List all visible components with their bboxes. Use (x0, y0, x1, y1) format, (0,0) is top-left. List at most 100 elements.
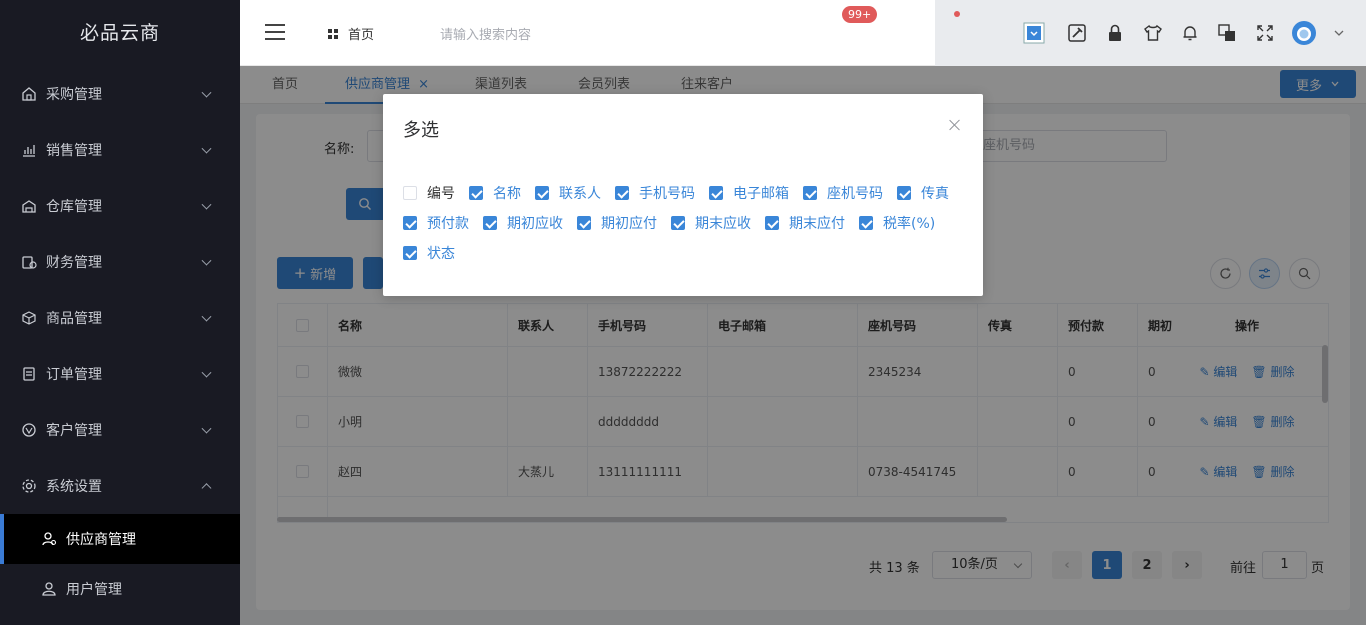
chevron-down-icon[interactable] (1328, 22, 1350, 44)
column-option-checkbox[interactable] (803, 186, 817, 200)
sidebar-item-label: 供应商管理 (66, 532, 136, 548)
column-option-label: 编号 (427, 186, 455, 202)
column-option[interactable]: 期初应付 (577, 208, 657, 238)
column-option-checkbox[interactable] (897, 186, 911, 200)
sidebar-item-label: 商品管理 (46, 311, 102, 327)
chevron-down-icon (201, 423, 212, 434)
column-option-label: 期初应付 (601, 216, 657, 232)
notification-dot (954, 11, 960, 17)
close-icon[interactable] (949, 119, 961, 131)
menu-toggle-icon[interactable] (265, 24, 285, 40)
column-options: 编号 名称 联系人 手机号码 电子邮箱 座机号码 传真预付款 期初应收 期初应付 期末应收 期末应付… (403, 178, 973, 268)
box-icon (20, 309, 38, 327)
shirt-icon[interactable] (1142, 22, 1164, 44)
bell-icon[interactable] (1179, 22, 1201, 44)
column-option[interactable]: 联系人 (535, 178, 601, 208)
column-option-label: 期初应收 (507, 216, 563, 232)
chevron-down-icon (201, 255, 212, 266)
column-option[interactable]: 税率(%) (859, 208, 935, 238)
chevron-down-icon (201, 311, 212, 322)
sidebar-item-users[interactable]: 用户管理 (0, 564, 240, 614)
sidebar-item-label: 系统设置 (46, 479, 102, 495)
gear-icon (20, 477, 38, 495)
grid-icon (328, 28, 338, 39)
sidebar: 必品云商 采购管理 销售管理 仓库管理 财务管理 商品管理 订单管理 客户管理 … (0, 0, 240, 625)
order-icon (20, 365, 38, 383)
column-option-label: 状态 (427, 246, 455, 262)
column-option-checkbox[interactable] (615, 186, 629, 200)
chevron-up-icon (201, 483, 212, 494)
column-option-checkbox[interactable] (577, 216, 591, 230)
user-icon (40, 580, 58, 598)
column-option-label: 联系人 (559, 186, 601, 202)
column-option-checkbox[interactable] (483, 216, 497, 230)
chevron-down-icon (201, 143, 212, 154)
column-option[interactable]: 编号 (403, 178, 455, 208)
finance-icon (20, 253, 38, 271)
sidebar-item-purchase[interactable]: 采购管理 (0, 66, 240, 122)
column-option-label: 税率(%) (883, 216, 936, 232)
column-option[interactable]: 期末应付 (765, 208, 845, 238)
supplier-icon (40, 530, 58, 548)
column-option-label: 手机号码 (639, 186, 695, 202)
column-option-checkbox[interactable] (403, 186, 417, 200)
sidebar-item-settings[interactable]: 系统设置 (0, 458, 240, 514)
column-option[interactable]: 电子邮箱 (709, 178, 789, 208)
column-option-checkbox[interactable] (709, 186, 723, 200)
chevron-down-icon (201, 367, 212, 378)
multi-select-dialog: 多选 编号 名称 联系人 手机号码 电子邮箱 座机号码 传真预付款 期初应收 期初应付 期末应收 期… (383, 94, 983, 296)
sidebar-item-sales[interactable]: 销售管理 (0, 122, 240, 178)
fullscreen-icon[interactable] (1254, 22, 1276, 44)
column-option-checkbox[interactable] (403, 246, 417, 260)
customer-icon (20, 421, 38, 439)
column-option-label: 期末应付 (789, 216, 845, 232)
column-option[interactable]: 状态 (403, 238, 455, 268)
purchase-icon (20, 85, 38, 103)
chevron-down-icon (201, 199, 212, 210)
column-option-checkbox[interactable] (469, 186, 483, 200)
dialog-title: 多选 (403, 120, 439, 141)
sidebar-item-supplier[interactable]: 供应商管理 (0, 514, 240, 564)
column-option[interactable]: 名称 (469, 178, 521, 208)
sidebar-item-label: 财务管理 (46, 255, 102, 271)
sidebar-item-label: 仓库管理 (46, 199, 102, 215)
column-option-label: 名称 (493, 186, 521, 202)
sidebar-item-label: 用户管理 (66, 582, 122, 598)
home-label: 首页 (348, 28, 375, 43)
column-option[interactable]: 座机号码 (803, 178, 883, 208)
chevron-down-icon (201, 87, 212, 98)
header-search-input[interactable]: 请输入搜索内容 (440, 24, 531, 43)
notification-count-badge: 99+ (842, 6, 878, 23)
sidebar-item-label: 销售管理 (46, 143, 102, 159)
sidebar-item-goods[interactable]: 商品管理 (0, 290, 240, 346)
sidebar-item-label: 订单管理 (46, 367, 102, 383)
column-option-label: 预付款 (427, 216, 469, 232)
sidebar-item-orders[interactable]: 订单管理 (0, 346, 240, 402)
column-option-label: 座机号码 (827, 186, 883, 202)
column-option-label: 电子邮箱 (733, 186, 789, 202)
sidebar-item-label: 客户管理 (46, 423, 102, 439)
translate-icon[interactable] (1216, 22, 1238, 44)
sidebar-item-warehouse[interactable]: 仓库管理 (0, 178, 240, 234)
column-option-checkbox[interactable] (535, 186, 549, 200)
sidebar-item-finance[interactable]: 财务管理 (0, 234, 240, 290)
tools-icon[interactable] (1066, 22, 1088, 44)
column-option-checkbox[interactable] (765, 216, 779, 230)
lock-icon[interactable] (1104, 22, 1126, 44)
column-option[interactable]: 传真 (897, 178, 949, 208)
header-home-link[interactable]: 首页 (328, 24, 374, 43)
column-option[interactable]: 手机号码 (615, 178, 695, 208)
sidebar-item-customers[interactable]: 客户管理 (0, 402, 240, 458)
theme-icon[interactable] (1023, 22, 1045, 44)
chart-icon (20, 141, 38, 159)
column-option-checkbox[interactable] (671, 216, 685, 230)
column-option-checkbox[interactable] (403, 216, 417, 230)
column-option-label: 期末应收 (695, 216, 751, 232)
column-option[interactable]: 预付款 (403, 208, 469, 238)
avatar[interactable] (1291, 20, 1317, 46)
column-option-label: 传真 (921, 186, 949, 202)
column-option[interactable]: 期末应收 (671, 208, 751, 238)
column-option[interactable]: 期初应收 (483, 208, 563, 238)
column-option-checkbox[interactable] (859, 216, 873, 230)
warehouse-icon (20, 197, 38, 215)
